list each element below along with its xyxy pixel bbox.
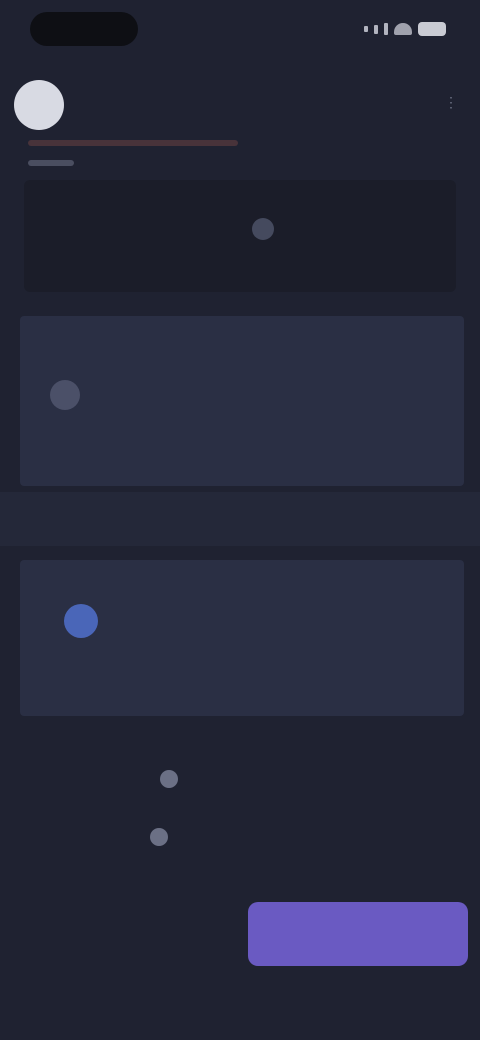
battery-icon [418,22,446,36]
card-subtitle [68,652,108,660]
card-icon [50,380,80,410]
status-pill [30,12,138,46]
primary-button[interactable] [248,902,468,966]
wifi-icon [394,23,412,35]
signal-icon [364,26,368,32]
option-card-2[interactable] [20,560,464,716]
section-label [26,528,66,540]
subtitle-bar [28,140,238,146]
status-bar [0,0,480,64]
page-title [190,94,280,110]
option-icon [160,770,178,788]
option-card-1[interactable] [20,316,464,486]
option-icon [150,828,168,846]
option-row-1[interactable] [160,770,338,788]
card-subtitle [66,418,106,426]
subtitle-small-bar [28,160,74,166]
section-divider [0,492,480,546]
more-icon[interactable]: ⋮ [444,94,458,110]
upload-icon [252,218,274,240]
avatar[interactable] [14,80,64,130]
option-label [188,772,338,786]
upload-hint [164,252,364,262]
card-icon [64,604,98,638]
option-row-2[interactable] [150,828,348,846]
upload-panel[interactable] [24,180,456,292]
card-small-label [32,574,56,582]
signal-icon [374,24,378,34]
app-screen: ⋮ [0,0,480,1040]
card-title [34,334,154,346]
status-icons [364,22,446,36]
secondary-button[interactable] [80,918,160,954]
option-label [178,830,348,844]
signal-icon [384,23,388,35]
